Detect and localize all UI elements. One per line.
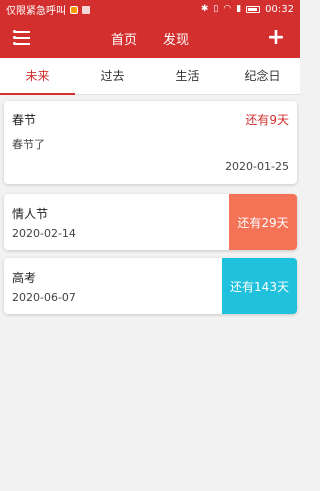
menu-icon-line [13,30,30,33]
nav-discover[interactable]: 发现 [163,29,189,48]
event-card-spring-festival[interactable]: 春节 还有9天 春节了 2020-01-25 [4,101,297,184]
tab-anniversary[interactable]: 纪念日 [225,58,300,94]
carrier-text: 仅限紧急呼叫 [6,6,66,17]
battery-icon [246,6,261,13]
status-right: ✱ ▯ ◠ ▮ 00:32 [201,4,294,15]
event-remaining-badge: 还有143天 [222,258,297,314]
event-card-valentines[interactable]: 情人节 2020-02-14 还有29天 [4,194,297,250]
sim-icon: ▮ [236,4,242,14]
tab-past[interactable]: 过去 [75,58,150,94]
event-date: 2020-02-14 [12,227,76,240]
event-remaining-badge: 还有29天 [229,194,297,250]
notification-icon [70,5,78,14]
wifi-icon: ◠ [223,4,232,14]
event-description: 春节了 [12,138,45,151]
app-header: 首页 发现 + [0,19,300,58]
image-icon [82,5,90,14]
vibrate-icon: ▯ [213,4,219,14]
tab-future[interactable]: 未来 [0,58,75,95]
status-left: 仅限紧急呼叫 [6,2,201,17]
menu-icon[interactable] [13,30,30,45]
menu-icon-line [13,42,30,45]
menu-icon-line [13,36,30,39]
tab-life[interactable]: 生活 [150,58,225,94]
event-remaining: 还有9天 [245,113,289,127]
header-nav: 首页 发现 [0,19,300,58]
add-button[interactable]: + [264,25,288,51]
tab-bar: 未来 过去 生活 纪念日 [0,58,300,95]
event-title: 春节 [12,113,37,127]
event-date: 2020-01-25 [225,160,289,173]
event-date: 2020-06-07 [12,291,76,304]
event-title: 高考 [12,271,37,285]
event-title: 情人节 [12,207,49,221]
status-bar: 仅限紧急呼叫 ✱ ▯ ◠ ▮ 00:32 [0,0,300,19]
event-card-gaokao[interactable]: 高考 2020-06-07 还有143天 [4,258,297,314]
bluetooth-icon: ✱ [200,4,209,14]
clock: 00:32 [265,4,294,15]
nav-home[interactable]: 首页 [111,29,137,48]
